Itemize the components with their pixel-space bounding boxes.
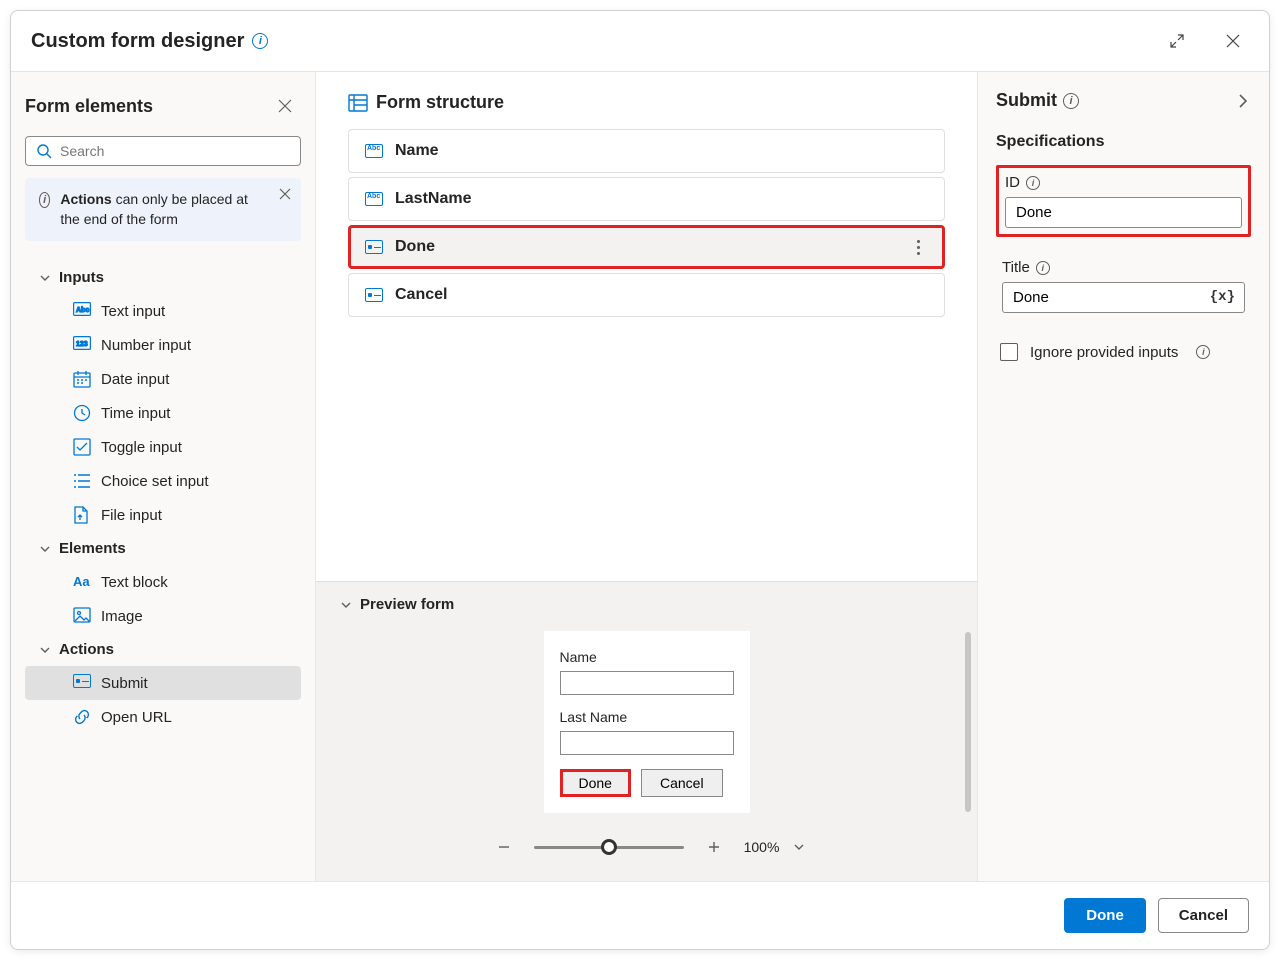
variable-picker-icon[interactable]: {x}	[1210, 289, 1235, 305]
info-icon[interactable]: i	[1196, 345, 1210, 359]
struct-item-name[interactable]: Name	[348, 129, 945, 173]
tree-item-label: Image	[101, 608, 143, 625]
form-structure-title: Form structure	[376, 92, 504, 113]
group-actions[interactable]: Actions	[25, 633, 301, 666]
id-field-group: ID i	[996, 165, 1251, 237]
text-input-icon	[365, 144, 383, 158]
preview-title: Preview form	[360, 596, 454, 613]
struct-item-label: Cancel	[395, 286, 447, 304]
struct-item-done[interactable]: Done	[348, 225, 945, 269]
close-notice-icon[interactable]	[279, 188, 291, 200]
info-icon: i	[39, 192, 50, 208]
preview-name-label: Name	[560, 649, 734, 665]
group-inputs[interactable]: Inputs	[25, 261, 301, 294]
submit-icon	[365, 240, 383, 254]
form-structure-icon	[348, 93, 368, 113]
preview-scrollbar[interactable]	[965, 632, 971, 812]
tree-item-open-url[interactable]: Open URL	[25, 700, 301, 734]
collapse-right-pane-icon[interactable]	[1235, 93, 1251, 109]
more-options-icon[interactable]	[908, 240, 928, 255]
group-elements[interactable]: Elements	[25, 532, 301, 565]
text-input-icon	[365, 192, 383, 206]
tree-item-toggle-input[interactable]: Toggle input	[25, 430, 301, 464]
notice-strong: Actions	[60, 191, 111, 207]
preview-form-header[interactable]: Preview form	[340, 596, 953, 613]
info-icon[interactable]: i	[1036, 261, 1050, 275]
expand-icon[interactable]	[1161, 25, 1193, 57]
done-button[interactable]: Done	[1064, 898, 1146, 933]
tree-item-date-input[interactable]: Date input	[25, 362, 301, 396]
tree-item-label: Date input	[101, 371, 169, 388]
search-field[interactable]	[60, 143, 290, 159]
tree-item-label: Toggle input	[101, 439, 182, 456]
struct-item-label: Name	[395, 142, 439, 160]
struct-item-label: LastName	[395, 190, 471, 208]
svg-text:123: 123	[76, 341, 88, 348]
title-label: Title	[1002, 259, 1030, 276]
dialog-title: Custom form designer	[31, 30, 244, 53]
title-input[interactable]	[1002, 282, 1245, 313]
group-actions-label: Actions	[59, 641, 114, 658]
tree-item-label: Open URL	[101, 709, 172, 726]
tree-item-choice-set-input[interactable]: Choice set input	[25, 464, 301, 498]
tree-item-label: Submit	[101, 675, 148, 692]
tree-item-number-input[interactable]: 123 Number input	[25, 328, 301, 362]
close-icon[interactable]	[1217, 25, 1249, 57]
ignore-inputs-label: Ignore provided inputs	[1030, 344, 1178, 361]
preview-name-input[interactable]	[560, 671, 734, 695]
struct-item-label: Done	[395, 238, 435, 256]
group-elements-label: Elements	[59, 540, 126, 557]
preview-card: Name Last Name Done Cancel	[544, 631, 750, 813]
tree-item-label: Text input	[101, 303, 165, 320]
id-input[interactable]	[1005, 197, 1242, 228]
zoom-out-icon[interactable]	[488, 831, 520, 863]
info-icon[interactable]: i	[252, 33, 268, 49]
form-elements-pane: Form elements i Actions can only be plac…	[11, 72, 316, 881]
properties-pane: Submit i Specifications ID i Title i	[977, 72, 1269, 881]
tree-item-text-block[interactable]: Aa Text block	[25, 565, 301, 599]
ignore-inputs-checkbox[interactable]	[1000, 343, 1018, 361]
preview-lastname-input[interactable]	[560, 731, 734, 755]
actions-notice: i Actions can only be placed at the end …	[25, 178, 301, 241]
collapse-left-pane-icon[interactable]	[269, 90, 301, 122]
info-icon[interactable]: i	[1026, 176, 1040, 190]
cancel-button[interactable]: Cancel	[1158, 898, 1249, 933]
preview-done-button[interactable]: Done	[560, 769, 631, 797]
tree-item-image[interactable]: Image	[25, 599, 301, 633]
tree-item-label: File input	[101, 507, 162, 524]
properties-title: Submit	[996, 90, 1057, 111]
tree-item-label: Time input	[101, 405, 170, 422]
svg-text:Abc: Abc	[76, 307, 89, 314]
group-inputs-label: Inputs	[59, 269, 104, 286]
preview-lastname-label: Last Name	[560, 709, 734, 725]
zoom-chevron-icon[interactable]	[793, 841, 805, 853]
specifications-title: Specifications	[996, 133, 1251, 151]
title-field-group: Title i {x}	[996, 253, 1251, 319]
tree-item-label: Text block	[101, 574, 168, 591]
submit-icon	[365, 288, 383, 302]
tree-item-label: Choice set input	[101, 473, 209, 490]
struct-item-lastname[interactable]: LastName	[348, 177, 945, 221]
tree-item-label: Number input	[101, 337, 191, 354]
tree-item-text-input[interactable]: Abc Text input	[25, 294, 301, 328]
preview-cancel-button[interactable]: Cancel	[641, 769, 723, 797]
tree-item-file-input[interactable]: File input	[25, 498, 301, 532]
zoom-slider[interactable]	[534, 846, 684, 849]
tree-item-time-input[interactable]: Time input	[25, 396, 301, 430]
form-structure-area: Form structure Name LastName Done	[316, 72, 977, 321]
preview-form-area: Preview form Name Last Name Done Cancel	[316, 581, 977, 881]
struct-item-cancel[interactable]: Cancel	[348, 273, 945, 317]
svg-text:Aa: Aa	[73, 574, 90, 589]
tree-item-submit[interactable]: Submit	[25, 666, 301, 700]
zoom-value: 100%	[744, 839, 780, 855]
form-elements-title: Form elements	[25, 96, 153, 117]
zoom-in-icon[interactable]	[698, 831, 730, 863]
id-label: ID	[1005, 174, 1020, 191]
info-icon[interactable]: i	[1063, 93, 1079, 109]
search-input[interactable]	[25, 136, 301, 166]
